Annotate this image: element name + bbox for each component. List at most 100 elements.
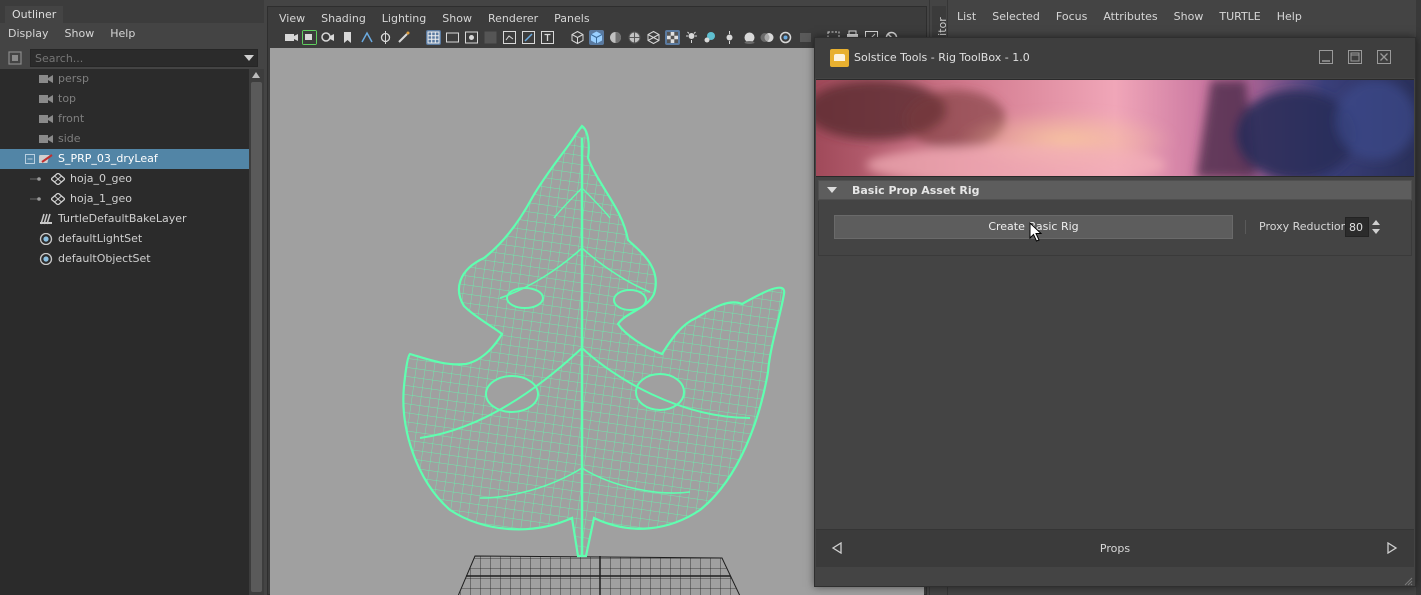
outliner-search-input[interactable] bbox=[30, 49, 258, 67]
xray-icon[interactable] bbox=[646, 30, 661, 45]
camera-select-icon[interactable] bbox=[284, 30, 299, 45]
outliner-scrollbar[interactable] bbox=[249, 69, 264, 595]
field-chart-icon[interactable] bbox=[502, 30, 517, 45]
footer-nav: Props bbox=[816, 529, 1414, 567]
safe-action-icon[interactable] bbox=[521, 30, 536, 45]
list-item[interactable]: defaultObjectSet bbox=[0, 249, 249, 269]
outliner-menu-display[interactable]: Display bbox=[0, 23, 57, 45]
lights-icon[interactable] bbox=[684, 30, 699, 45]
camera-lock-icon[interactable] bbox=[302, 30, 317, 45]
list-item[interactable]: defaultLightSet bbox=[0, 229, 249, 249]
search-dropdown-icon[interactable] bbox=[244, 55, 254, 61]
proxy-reduction-spinner[interactable] bbox=[1369, 217, 1383, 237]
spinner-down-icon[interactable] bbox=[1372, 229, 1380, 234]
ae-menu-focus[interactable]: Focus bbox=[1049, 7, 1096, 24]
shadows-icon[interactable] bbox=[702, 30, 717, 45]
collapse-icon[interactable] bbox=[24, 153, 36, 165]
proxy-reduction-label: Proxy Reduction: bbox=[1259, 220, 1352, 233]
set-icon bbox=[39, 233, 53, 245]
next-page-icon[interactable] bbox=[1386, 542, 1398, 554]
banner-artwork bbox=[816, 80, 1414, 176]
app-logo-icon bbox=[830, 49, 849, 67]
list-item-selected[interactable]: S_PRP_03_dryLeaf bbox=[0, 149, 249, 169]
filter-icon[interactable] bbox=[7, 50, 23, 66]
2d-pan-icon[interactable] bbox=[378, 30, 393, 45]
list-item-label: defaultObjectSet bbox=[58, 252, 151, 265]
list-item[interactable]: top bbox=[0, 89, 249, 109]
mesh-icon bbox=[51, 173, 65, 185]
outliner-menu-help[interactable]: Help bbox=[102, 23, 143, 45]
ae-menu-selected[interactable]: Selected bbox=[985, 7, 1049, 24]
spinner-up-icon[interactable] bbox=[1372, 220, 1380, 225]
list-item-label: TurtleDefaultBakeLayer bbox=[58, 212, 187, 225]
window-title: Solstice Tools - Rig ToolBox - 1.0 bbox=[854, 51, 1030, 64]
camera-attributes-icon[interactable] bbox=[320, 30, 335, 45]
grid-icon[interactable] bbox=[426, 30, 441, 45]
list-item[interactable]: hoja_0_geo bbox=[0, 169, 249, 189]
proxy-reduction-field[interactable] bbox=[1345, 217, 1369, 237]
list-item-label: front bbox=[58, 112, 85, 125]
ae-menu-help[interactable]: Help bbox=[1270, 7, 1311, 24]
outliner-tab[interactable]: Outliner bbox=[5, 6, 64, 23]
motion-blur-icon[interactable] bbox=[760, 30, 775, 45]
leaf-wireframe-mesh bbox=[402, 124, 786, 558]
window-titlebar[interactable]: Solstice Tools - Rig ToolBox - 1.0 bbox=[815, 38, 1415, 78]
list-item[interactable]: front bbox=[0, 109, 249, 129]
list-item[interactable]: persp bbox=[0, 69, 249, 89]
section-basic-prop-rig[interactable]: Basic Prop Asset Rig bbox=[818, 180, 1412, 200]
scroll-up-icon[interactable] bbox=[252, 72, 260, 78]
group-icon bbox=[39, 154, 53, 163]
maximize-icon[interactable] bbox=[1347, 49, 1363, 65]
grease-pencil-icon[interactable] bbox=[396, 30, 411, 45]
list-item[interactable]: TurtleDefaultBakeLayer bbox=[0, 209, 249, 229]
image-plane-icon[interactable] bbox=[360, 30, 375, 45]
ae-menu-turtle[interactable]: TURTLE bbox=[1212, 7, 1269, 24]
list-item[interactable]: hoja_1_geo bbox=[0, 189, 249, 209]
viewport-menubar: View Shading Lighting Show Renderer Pane… bbox=[271, 9, 598, 27]
ae-menu-list[interactable]: List bbox=[950, 7, 985, 24]
ae-menu-attributes[interactable]: Attributes bbox=[1096, 7, 1166, 24]
viewport-menu-lighting[interactable]: Lighting bbox=[374, 9, 434, 27]
minimize-icon[interactable] bbox=[1318, 49, 1334, 65]
resolution-gate-icon[interactable] bbox=[464, 30, 479, 45]
list-item-label: side bbox=[58, 132, 81, 145]
header-banner-image bbox=[816, 79, 1414, 177]
anti-alias-icon[interactable] bbox=[778, 30, 793, 45]
viewport-menu-shading[interactable]: Shading bbox=[313, 9, 374, 27]
isolate-icon[interactable] bbox=[722, 30, 737, 45]
ambient-occlusion-icon[interactable] bbox=[742, 30, 757, 45]
close-icon[interactable] bbox=[1376, 49, 1392, 65]
ae-menu-show[interactable]: Show bbox=[1167, 7, 1213, 24]
list-item-label: S_PRP_03_dryLeaf bbox=[58, 152, 158, 165]
viewport-menu-show[interactable]: Show bbox=[434, 9, 480, 27]
bake-layer-icon bbox=[40, 213, 52, 225]
window-right-edge bbox=[1416, 0, 1421, 595]
viewport-menu-renderer[interactable]: Renderer bbox=[480, 9, 546, 27]
film-gate-icon[interactable] bbox=[445, 30, 460, 45]
mouse-cursor-icon bbox=[1029, 222, 1043, 242]
gate-mask-icon[interactable] bbox=[483, 30, 498, 45]
safe-title-icon[interactable] bbox=[540, 30, 555, 45]
viewport-menu-view[interactable]: View bbox=[271, 9, 313, 27]
set-icon bbox=[39, 253, 53, 265]
wireframe-on-shaded-icon[interactable] bbox=[627, 30, 642, 45]
outliner-tabbar: Outliner bbox=[0, 0, 264, 23]
default-material-icon[interactable] bbox=[608, 30, 623, 45]
section-title: Basic Prop Asset Rig bbox=[852, 184, 980, 197]
collapse-arrow-icon[interactable] bbox=[827, 187, 837, 193]
list-item[interactable]: side bbox=[0, 129, 249, 149]
outliner-menu-show[interactable]: Show bbox=[57, 23, 103, 45]
camera-icon bbox=[39, 75, 53, 83]
resize-grip-icon[interactable] bbox=[1401, 574, 1413, 586]
outliner-search-row bbox=[0, 47, 264, 69]
scroll-thumb[interactable] bbox=[251, 82, 262, 592]
bookmark-icon[interactable] bbox=[340, 30, 355, 45]
camera-icon bbox=[39, 95, 53, 103]
viewport-menu-panels[interactable]: Panels bbox=[546, 9, 597, 27]
camera-icon bbox=[39, 135, 53, 143]
wireframe-icon[interactable] bbox=[570, 30, 585, 45]
textured-icon[interactable] bbox=[665, 30, 680, 45]
depth-of-field-icon[interactable] bbox=[798, 30, 813, 45]
attribute-editor-menubar: List Selected Focus Attributes Show TURT… bbox=[950, 7, 1311, 24]
smooth-shade-icon[interactable] bbox=[589, 30, 604, 45]
